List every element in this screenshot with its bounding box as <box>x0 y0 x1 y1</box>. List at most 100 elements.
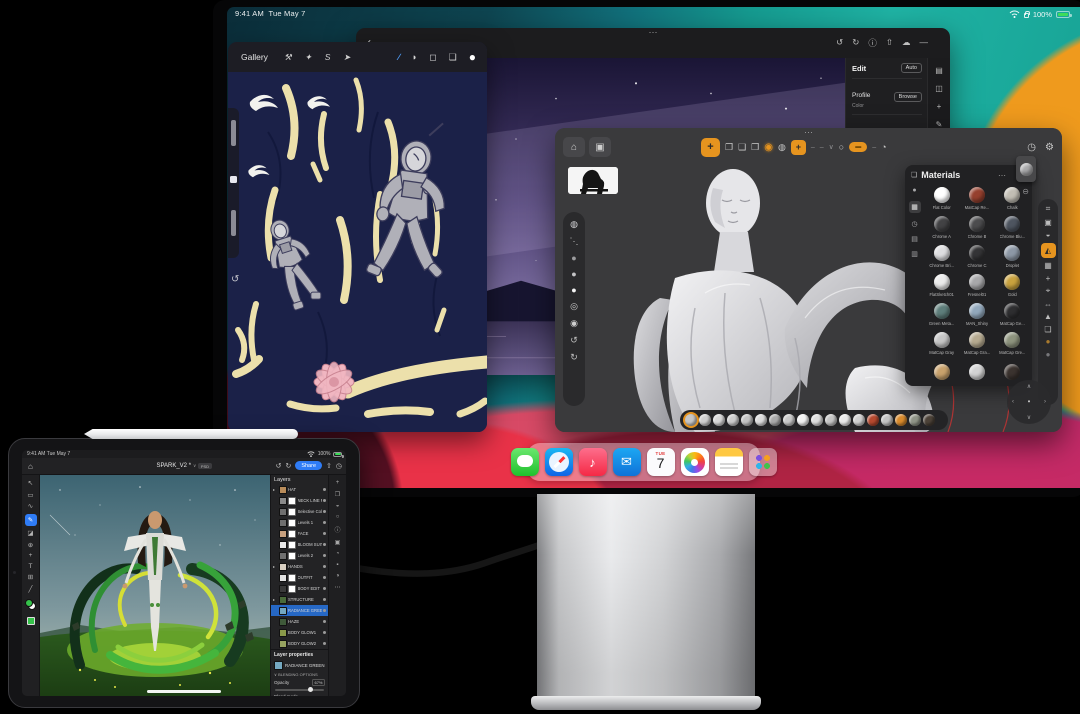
layer-row[interactable]: ▸ STRUCTURE <box>271 594 328 605</box>
disclosure-icon[interactable]: ▸ <box>273 597 277 602</box>
layer-row[interactable]: ▸ BODY EDIT <box>271 583 328 594</box>
edit-tool-icon[interactable]: ◫ <box>935 84 943 93</box>
brush-option-icon[interactable]: ● <box>571 269 576 279</box>
sculpt-tool-icon[interactable]: – <box>820 144 824 151</box>
sculpt-tool-icon[interactable]: ◍ <box>778 142 786 153</box>
materials-tab[interactable]: ▦ <box>908 201 921 213</box>
mode-icon[interactable]: ⇔ <box>1044 300 1052 309</box>
visibility-eye-icon[interactable] <box>323 532 326 535</box>
quick-material-sphere[interactable] <box>797 414 809 426</box>
material-swatch[interactable]: MatCap Gray <box>924 329 959 358</box>
quick-material-sphere[interactable] <box>923 414 935 426</box>
brush-option-icon[interactable]: ● <box>571 253 576 263</box>
material-swatch[interactable]: MatCap Gra... <box>959 329 994 358</box>
brush-option-icon[interactable]: ↻ <box>570 352 578 363</box>
toolbar-icon[interactable]: ◷ <box>1027 142 1036 153</box>
edit-tool-icon[interactable]: + <box>937 102 942 111</box>
blend-mode-label[interactable]: Blend mode <box>274 694 325 697</box>
quick-material-sphere[interactable] <box>783 414 795 426</box>
mode-icon[interactable]: ◒ <box>1046 230 1051 239</box>
tool-icon[interactable]: T <box>29 563 33 570</box>
quick-material-sphere[interactable] <box>853 414 865 426</box>
brush-size-slider[interactable] <box>231 120 236 146</box>
procreate-tool-icon[interactable]: S <box>325 52 331 63</box>
visibility-eye-icon[interactable] <box>323 576 326 579</box>
materials-tab[interactable]: ▤ <box>911 235 918 243</box>
layer-action-icon[interactable]: ❐ <box>335 491 340 498</box>
titlebar-icon[interactable]: ⇧ <box>326 462 332 470</box>
toolbar-icon[interactable]: ↺ <box>836 37 843 49</box>
tool-icon[interactable]: ◪ <box>27 529 33 537</box>
material-swatch[interactable]: Chrome Bri... <box>924 242 959 271</box>
auto-button[interactable]: Auto <box>900 63 922 73</box>
material-swatch[interactable] <box>959 358 994 385</box>
brush-option-icon[interactable]: ● <box>571 285 576 295</box>
brush-option-icon[interactable]: ⋱ <box>570 236 579 247</box>
toolbar-button[interactable]: ⌂ <box>563 137 585 157</box>
layer-row[interactable]: ▸ HANDS <box>271 561 328 572</box>
material-swatch[interactable]: MAN_Shiny <box>959 300 994 329</box>
toolbar-icon[interactable]: ☁ <box>902 37 911 49</box>
mode-icon[interactable]: + <box>1046 274 1051 283</box>
gallery-button[interactable]: Gallery <box>241 52 268 62</box>
sculpt-tool-icon[interactable]: ▬ <box>849 142 868 152</box>
procreate-canvas[interactable] <box>228 72 487 432</box>
share-button[interactable]: Share <box>295 461 323 470</box>
layer-action-icon[interactable]: ▣ <box>335 539 341 546</box>
visibility-eye-icon[interactable] <box>323 631 326 634</box>
color-swatches[interactable] <box>25 599 36 610</box>
layer-row[interactable]: ▸ FACE <box>271 528 328 539</box>
material-swatch[interactable]: Flat Color <box>924 184 959 213</box>
layer-action-icon[interactable]: ⓘ <box>334 525 340 534</box>
material-swatch[interactable]: MatCap Re... <box>959 184 994 213</box>
sculpt-tool-icon[interactable]: ◉ <box>764 142 773 153</box>
quick-material-sphere[interactable] <box>909 414 921 426</box>
quick-material-sphere[interactable] <box>881 414 893 426</box>
sculpt-tool-icon[interactable]: ○ <box>839 142 844 152</box>
material-swatch[interactable]: Chrome A <box>924 213 959 242</box>
photoshop-canvas[interactable] <box>40 475 270 696</box>
home-indicator[interactable] <box>147 690 221 693</box>
layer-action-icon[interactable]: ○ <box>336 514 340 520</box>
procreate-tool-icon[interactable]: ⚒ <box>284 52 292 63</box>
material-swatch[interactable]: Chalk <box>995 184 1030 213</box>
toolbar-icon[interactable]: ↻ <box>852 37 859 49</box>
procreate-paint-icon[interactable]: ❏ <box>449 52 457 63</box>
tool-icon[interactable]: + <box>29 552 33 559</box>
layer-row[interactable]: ▸ Levels 1 <box>271 517 328 528</box>
layer-action-icon[interactable]: ⋯ <box>335 584 341 591</box>
mode-icon[interactable]: ⌖ <box>1046 286 1051 296</box>
visibility-eye-icon[interactable] <box>323 521 326 524</box>
titlebar-icon[interactable]: ↻ <box>285 462 291 470</box>
material-swatch[interactable]: Chrome Blu... <box>995 213 1030 242</box>
sculpt-tool-icon[interactable]: ❑ <box>738 142 746 153</box>
toolbar-icon[interactable]: ⓘ <box>868 37 877 49</box>
nav-up[interactable]: ∧ <box>1027 383 1031 390</box>
window-menu-dots[interactable]: ⋯ <box>356 28 950 37</box>
layer-action-icon[interactable]: ◒ <box>336 503 340 509</box>
dock-icon[interactable] <box>510 448 539 476</box>
brush-option-icon[interactable]: ◉ <box>570 318 578 329</box>
quick-material-sphere[interactable] <box>839 414 851 426</box>
mode-icon[interactable]: ◭ <box>1040 242 1056 258</box>
visibility-eye-icon[interactable] <box>323 609 326 612</box>
nav-down[interactable]: ∨ <box>1027 414 1031 421</box>
material-preview[interactable] <box>1016 156 1036 182</box>
quick-material-sphere[interactable] <box>713 414 725 426</box>
quick-material-sphere[interactable] <box>769 414 781 426</box>
nav-center[interactable]: ▪ <box>1028 399 1030 406</box>
sculpt-tool-icon[interactable]: ❒ <box>751 142 759 153</box>
procreate-sidebar[interactable] <box>228 108 239 258</box>
visibility-eye-icon[interactable] <box>323 499 326 502</box>
tool-icon[interactable]: ⊞ <box>28 573 33 581</box>
layer-row[interactable]: ▸ OUTFIT <box>271 572 328 583</box>
reference-thumbnail[interactable] <box>568 167 618 194</box>
quick-material-sphere[interactable] <box>699 414 711 426</box>
titlebar-icon[interactable]: ↺ <box>276 462 282 470</box>
opacity-slider[interactable] <box>275 687 324 692</box>
material-swatch[interactable]: Chrome B <box>959 213 994 242</box>
visibility-eye-icon[interactable] <box>323 554 326 557</box>
layer-row[interactable]: ▸ HAZE <box>271 616 328 627</box>
brush-option-icon[interactable]: ↺ <box>570 335 578 346</box>
material-swatch[interactable]: Green Meta... <box>924 300 959 329</box>
